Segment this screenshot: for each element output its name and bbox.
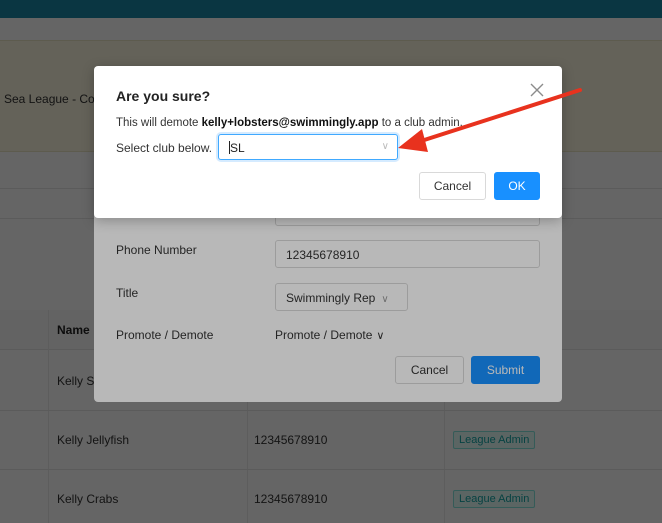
annotation-arrow — [398, 88, 582, 152]
arrow-shaft — [416, 88, 582, 144]
arrow-head — [398, 129, 428, 152]
